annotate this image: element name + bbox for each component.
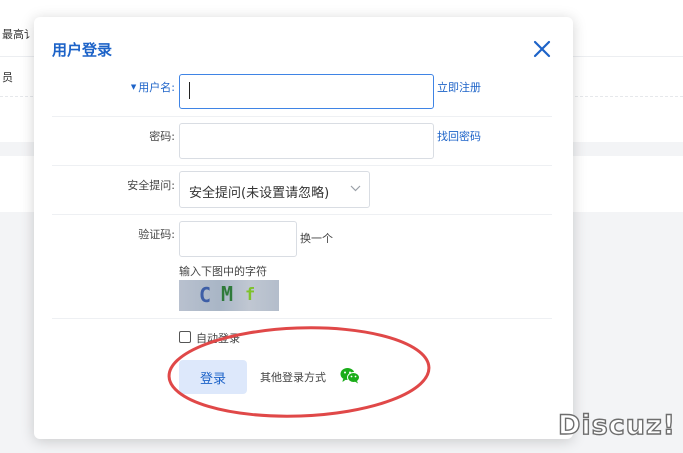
captcha-image[interactable]: C M f — [179, 280, 279, 311]
wechat-icon[interactable] — [340, 367, 360, 384]
row-divider — [52, 318, 552, 319]
captcha-char: M — [221, 282, 234, 306]
watermark-logo: Discuz! — [557, 409, 676, 441]
row-divider — [52, 165, 552, 166]
auto-login-label[interactable]: 自动登录 — [196, 330, 240, 346]
username-label-text: 用户名: — [138, 81, 175, 94]
captcha-char: f — [245, 285, 256, 305]
captcha-char: C — [199, 283, 212, 307]
password-input[interactable] — [179, 123, 434, 159]
security-question-label: 安全提问: — [127, 179, 175, 192]
security-question-select[interactable]: 安全提问(未设置请忽略) — [179, 171, 370, 208]
username-input[interactable] — [179, 74, 434, 109]
close-button[interactable] — [530, 37, 554, 61]
row-divider — [52, 214, 552, 215]
recover-password-link[interactable]: 找回密码 — [437, 128, 481, 144]
text-cursor — [189, 82, 190, 99]
chevron-down-icon — [350, 185, 361, 192]
security-question-value: 安全提问(未设置请忽略) — [189, 186, 330, 201]
dialog-title: 用户登录 — [52, 41, 113, 59]
username-label[interactable]: ▼ 用户名: — [104, 79, 175, 95]
password-label: 密码: — [149, 130, 175, 143]
caret-down-icon: ▼ — [130, 83, 137, 91]
close-icon — [533, 40, 551, 58]
background-text-top: 最高讠 — [2, 28, 35, 41]
captcha-input[interactable] — [179, 221, 297, 257]
register-link[interactable]: 立即注册 — [437, 79, 481, 95]
captcha-label: 验证码: — [138, 228, 175, 241]
row-divider — [52, 116, 552, 117]
refresh-captcha-link[interactable]: 换一个 — [300, 230, 333, 246]
other-login-label: 其他登录方式 — [260, 371, 326, 384]
login-dialog: 用户登录 ▼ 用户名: 立即注册 密码: 找回密码 安全提问: 安全提问(未设置请… — [34, 17, 573, 439]
auto-login-checkbox[interactable] — [179, 331, 191, 343]
login-button[interactable]: 登录 — [179, 360, 247, 394]
background-text-member: 员 — [2, 71, 13, 84]
captcha-hint: 输入下图中的字符 — [179, 265, 267, 278]
